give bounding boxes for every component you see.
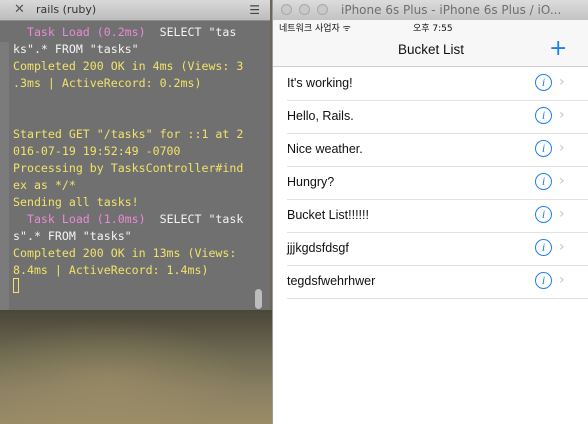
- list-item-content: tegdsfwehrhwer i ›: [287, 265, 588, 298]
- list-item-content: Nice weather. i ›: [287, 133, 588, 166]
- terminal-line: ks".* FROM "tasks": [13, 42, 139, 56]
- terminal-titlebar[interactable]: ✕ rails (ruby) ☰: [0, 0, 270, 21]
- info-icon[interactable]: i: [535, 272, 552, 289]
- list-item-label: tegdsfwehrhwer: [287, 274, 376, 288]
- terminal-line: Processing by TasksController#ind: [13, 161, 244, 175]
- minimize-window-button[interactable]: [299, 4, 310, 15]
- close-window-button[interactable]: [281, 4, 292, 15]
- chevron-right-icon: ›: [559, 140, 565, 156]
- info-icon[interactable]: i: [535, 173, 552, 190]
- list-item-content: Bucket List!!!!!! i ›: [287, 199, 588, 232]
- terminal-line: Started GET "/tasks" for ::1 at 2: [13, 127, 244, 141]
- chevron-right-icon: ›: [559, 173, 565, 189]
- terminal-line: 016-07-19 19:52:49 -0700: [13, 144, 181, 158]
- status-time: 오후 7:55: [413, 24, 453, 34]
- menu-icon[interactable]: ☰: [249, 3, 260, 17]
- terminal-line: 8.4ms | ActiveRecord: 1.4ms): [13, 263, 209, 277]
- simulator-title: iPhone 6s Plus - iPhone 6s Plus / iO...: [341, 3, 562, 17]
- close-icon[interactable]: ✕: [14, 2, 25, 18]
- terminal-line: Task Load (0.2ms) SELECT "tas: [13, 25, 237, 39]
- list-item-content: Hungry? i ›: [287, 166, 588, 199]
- list-item-label: Nice weather.: [287, 142, 363, 156]
- text-cursor: [13, 278, 19, 293]
- chevron-right-icon: ›: [559, 239, 565, 255]
- info-icon[interactable]: i: [535, 74, 552, 91]
- list-item[interactable]: It's working! i ›: [273, 67, 588, 101]
- list-item[interactable]: Bucket List!!!!!! i ›: [273, 199, 588, 233]
- list-item-label: Hungry?: [287, 175, 335, 189]
- list-item[interactable]: Nice weather. i ›: [273, 133, 588, 167]
- simulator-titlebar[interactable]: iPhone 6s Plus - iPhone 6s Plus / iO...: [273, 0, 588, 21]
- navigation-bar: Bucket List +: [273, 34, 588, 67]
- list-item-label: Bucket List!!!!!!: [287, 208, 369, 222]
- terminal-line: ex as */*: [13, 178, 76, 192]
- zoom-window-button[interactable]: [317, 4, 328, 15]
- add-item-button[interactable]: +: [549, 36, 567, 62]
- list-item-label: Hello, Rails.: [287, 109, 354, 123]
- terminal-scrollbar[interactable]: [255, 289, 262, 309]
- ios-status-bar: 네트워크 사업자 ᯤ 오후 7:55: [273, 20, 588, 34]
- terminal-line: s".* FROM "tasks": [13, 229, 132, 243]
- list-item[interactable]: jjjkgdsfdsgf i ›: [273, 232, 588, 266]
- desktop-background: [0, 310, 272, 424]
- terminal-title: rails (ruby): [36, 3, 97, 16]
- bucket-list-table[interactable]: It's working! i › Hello, Rails. i › Nice weath…: [273, 67, 588, 299]
- simulator-window[interactable]: iPhone 6s Plus - iPhone 6s Plus / iO... …: [272, 0, 588, 424]
- list-item[interactable]: tegdsfwehrhwer i ›: [273, 265, 588, 299]
- info-icon[interactable]: i: [535, 107, 552, 124]
- terminal-line: Completed 200 OK in 4ms (Views: 3: [13, 59, 244, 73]
- list-item[interactable]: Hungry? i ›: [273, 166, 588, 200]
- terminal-window[interactable]: ✕ rails (ruby) ☰ Task Load (0.2ms) SELEC…: [0, 0, 270, 310]
- list-item-label: jjjkgdsfdsgf: [287, 241, 349, 255]
- list-item[interactable]: Hello, Rails. i ›: [273, 100, 588, 134]
- chevron-right-icon: ›: [559, 107, 565, 123]
- terminal-line: Task Load (1.0ms) SELECT "task: [13, 212, 244, 226]
- info-icon[interactable]: i: [535, 206, 552, 223]
- list-item-content: Hello, Rails. i ›: [287, 100, 588, 133]
- terminal-line: Sending all tasks!: [13, 195, 139, 209]
- info-icon[interactable]: i: [535, 239, 552, 256]
- row-divider: [287, 298, 588, 299]
- info-icon[interactable]: i: [535, 140, 552, 157]
- list-item-content: jjjkgdsfdsgf i ›: [287, 232, 588, 265]
- terminal-line: Completed 200 OK in 13ms (Views:: [13, 246, 237, 260]
- terminal-line: .3ms | ActiveRecord: 0.2ms): [13, 76, 202, 90]
- chevron-right-icon: ›: [559, 74, 565, 90]
- list-item-label: It's working!: [287, 76, 353, 90]
- terminal-gutter: [0, 42, 9, 310]
- carrier-label: 네트워크 사업자 ᯤ: [279, 24, 351, 34]
- page-title: Bucket List: [397, 42, 465, 57]
- chevron-right-icon: ›: [559, 272, 565, 288]
- list-item-content: It's working! i ›: [287, 67, 588, 100]
- chevron-right-icon: ›: [559, 206, 565, 222]
